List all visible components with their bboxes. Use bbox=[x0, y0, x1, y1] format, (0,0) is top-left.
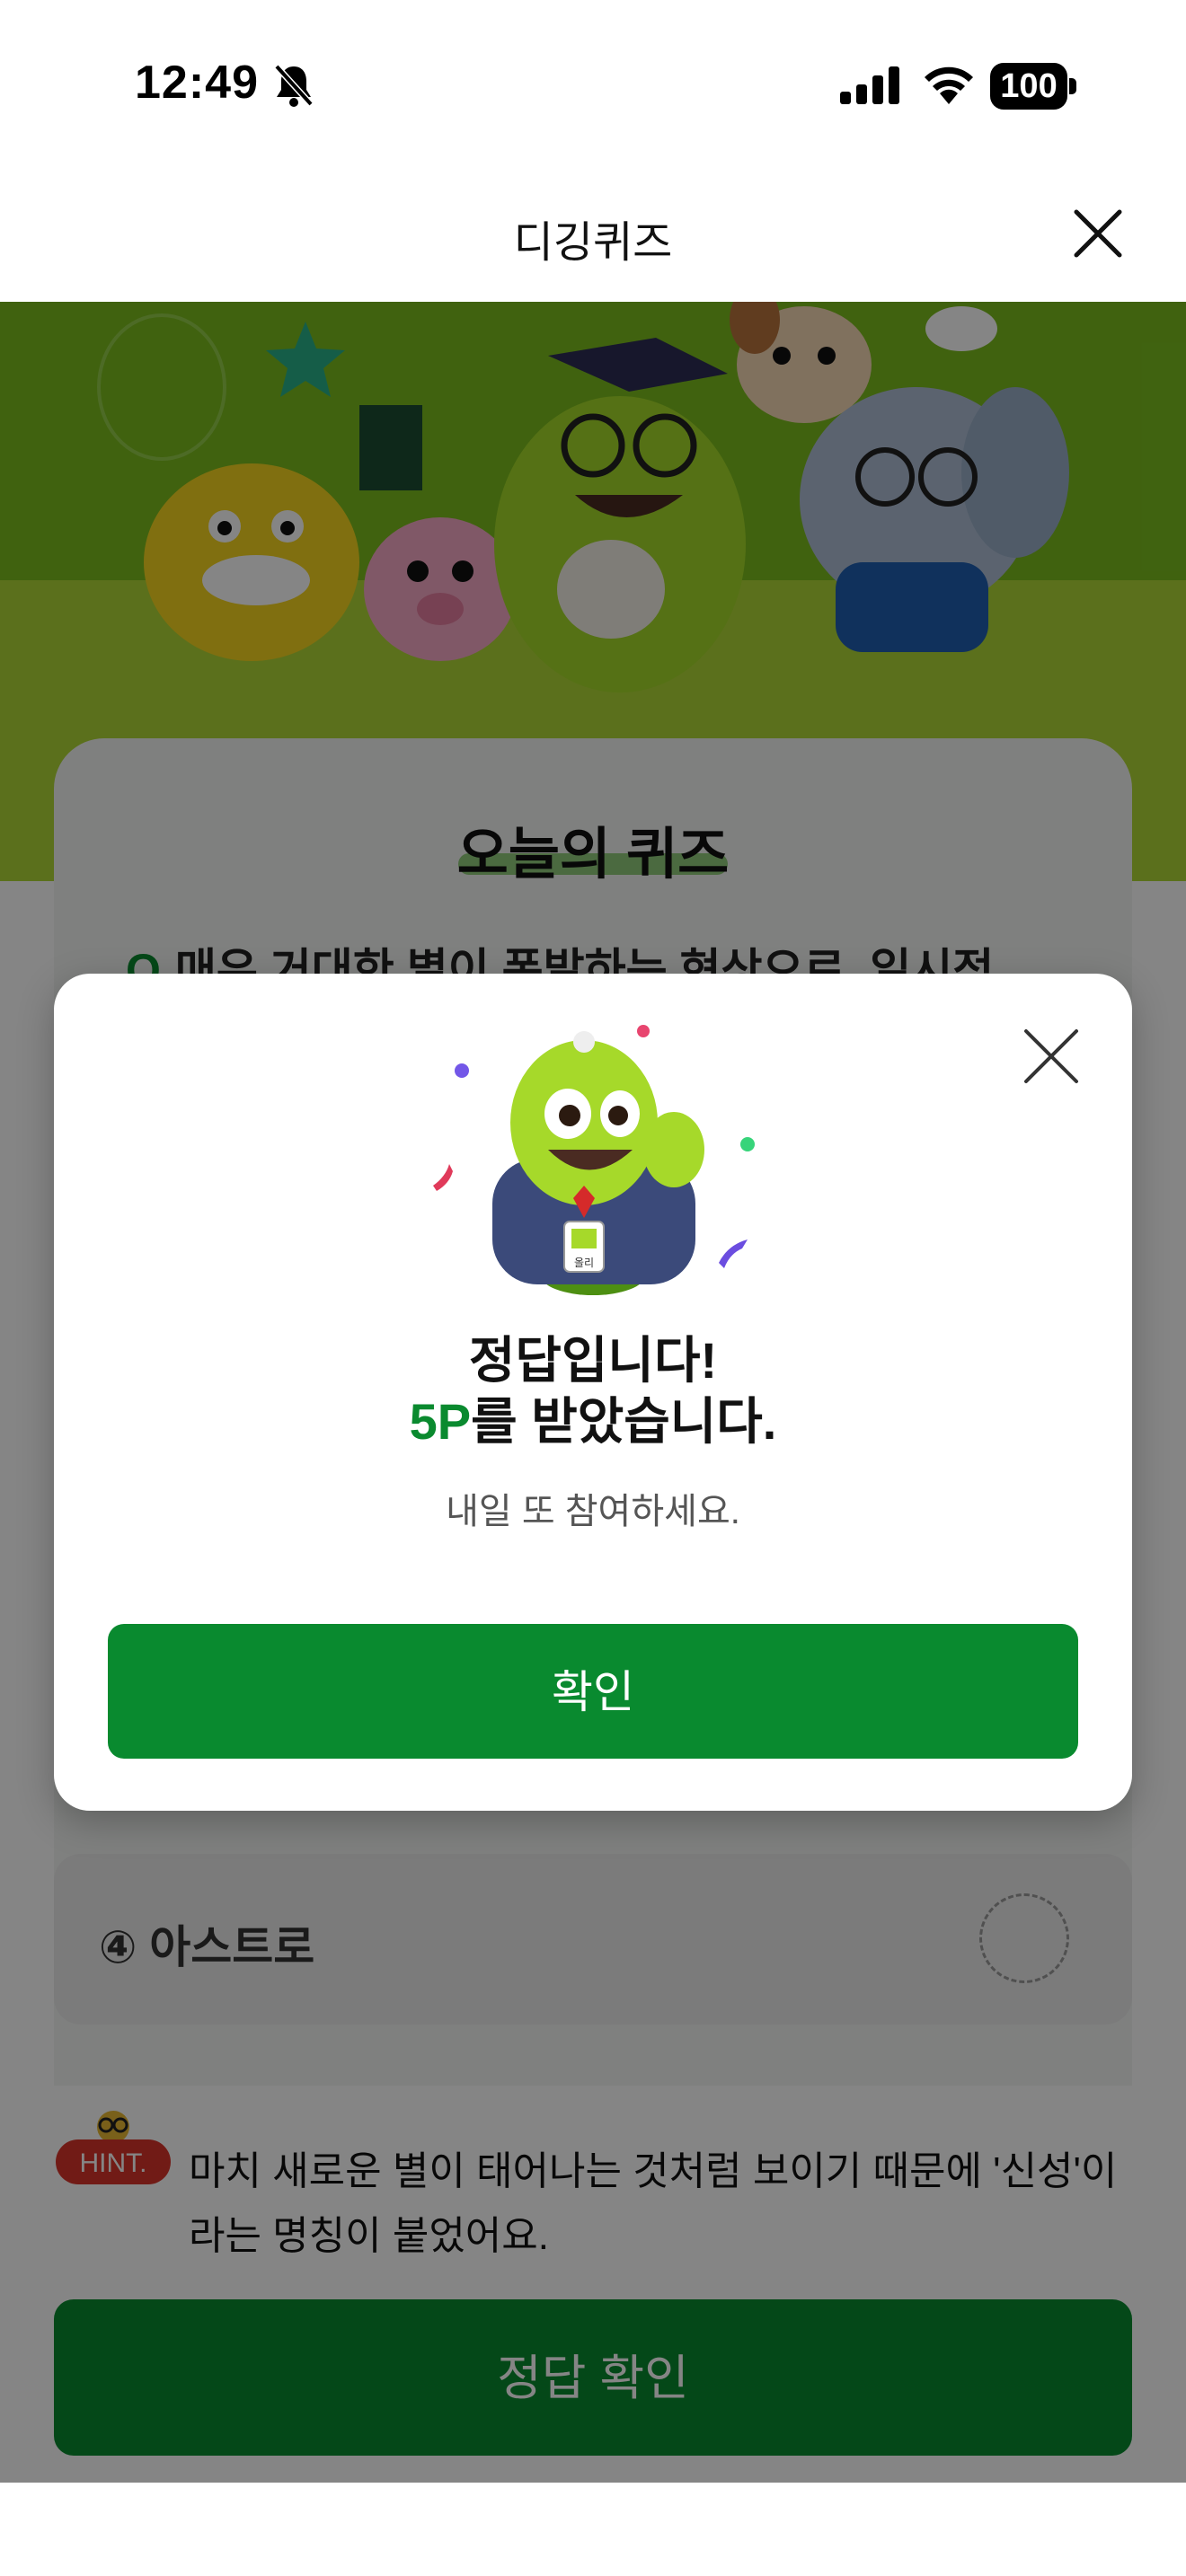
status-time: 12:49 bbox=[135, 57, 259, 109]
modal-subtitle: 내일 또 참여하세요. bbox=[446, 1492, 740, 1531]
battery-level: 100 bbox=[990, 63, 1067, 110]
confirm-button[interactable]: 확인 bbox=[108, 1624, 1078, 1759]
mascot-celebration-image: 올리 bbox=[433, 1025, 755, 1295]
bell-slash-icon bbox=[274, 64, 314, 107]
battery-icon: 100 bbox=[990, 63, 1076, 110]
close-icon[interactable] bbox=[1019, 1024, 1084, 1089]
wifi-icon bbox=[925, 66, 973, 104]
bottom-safe-area bbox=[0, 2483, 1186, 2576]
modal-title: 정답입니다! bbox=[468, 1332, 718, 1389]
earned-points: 5P bbox=[409, 1393, 472, 1450]
earned-points-suffix: 를 받았습니다. bbox=[471, 1393, 777, 1450]
close-icon[interactable] bbox=[1069, 205, 1127, 262]
signal-icon bbox=[840, 66, 899, 104]
page-title: 디깅퀴즈 bbox=[513, 219, 673, 267]
modal-points-line: 5P를 받았습니다. bbox=[54, 1392, 1132, 1451]
mascot-badge-text: 올리 bbox=[574, 1257, 594, 1269]
